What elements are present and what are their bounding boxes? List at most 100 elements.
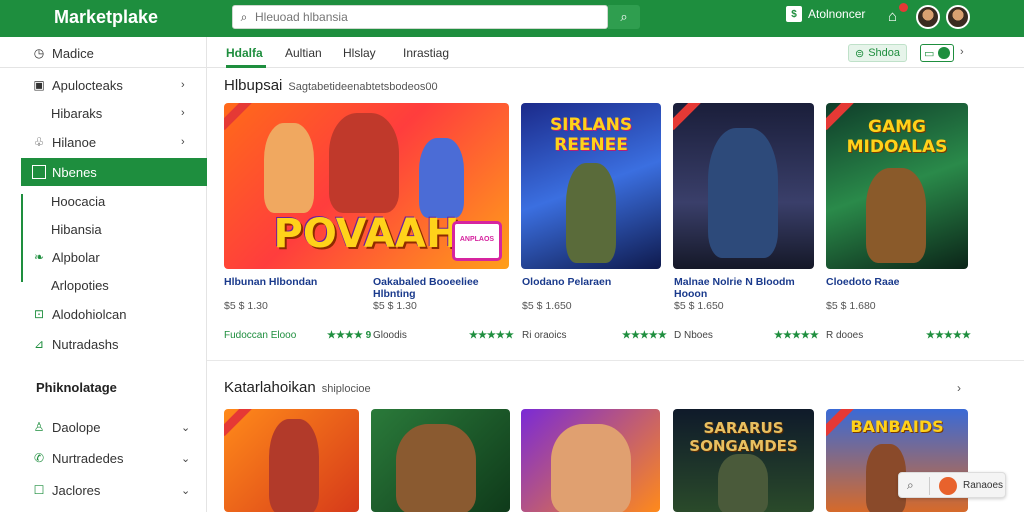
section-subtitle: shiplocioe xyxy=(321,383,371,395)
puzzle-icon: ♧ xyxy=(33,135,45,149)
filter-pill[interactable]: ⊜ Shdoa xyxy=(848,44,908,62)
game-logo-art: GAMG MIDOALAS xyxy=(846,117,948,157)
section-divider xyxy=(207,360,1024,361)
sidebar-item-arlopoties[interactable]: Arlopoties xyxy=(0,271,207,299)
character-figure xyxy=(708,128,778,258)
chevron-right-icon: › xyxy=(181,136,185,148)
tab-inrastiag[interactable]: Inrastiag xyxy=(403,46,449,60)
game-card-image[interactable]: SIRLANS REENEE xyxy=(521,103,661,269)
search-input[interactable] xyxy=(255,10,595,24)
sidebar-item-label: Alpbolar xyxy=(52,249,100,265)
game-card-image[interactable] xyxy=(224,409,359,512)
search-field-icon: ⌕ xyxy=(240,9,248,24)
sidebar-item-madice[interactable]: ◷ Madice xyxy=(0,39,207,67)
sidebar-item-label: Hilanoe xyxy=(52,134,97,150)
sidebar-item-label: Nurtradedes xyxy=(52,450,124,466)
notification-badge xyxy=(899,3,908,12)
clock-icon: ◷ xyxy=(33,46,45,60)
tab-aultian[interactable]: Aultian xyxy=(285,46,322,60)
game-card-meta: Fudoccan Elooo xyxy=(224,330,297,341)
section-title-text: Katarlahoikan xyxy=(224,379,316,396)
sidebar-item-label: Alodohiolcan xyxy=(52,306,127,322)
sidebar-item-label: Hibaraks xyxy=(51,105,103,121)
floating-toolbar[interactable]: ⌕ Ranaoes xyxy=(898,472,1006,498)
sidebar-heading: Phiknolatage xyxy=(36,380,117,395)
ribbon-badge xyxy=(224,103,252,131)
game-card-image[interactable]: POVAAH ANPLAOS xyxy=(224,103,509,269)
leaf-icon: ❧ xyxy=(33,250,45,264)
section-title: Hlbupsai Sagtabetideenabtetsbodeos00 xyxy=(224,77,438,94)
sidebar-item-daolope[interactable]: ♙ Daolope ⌄ xyxy=(0,413,207,441)
sidebar: ◷ Madice ▣ Apulocteaks › Hibaraks › ♧ Hi… xyxy=(0,37,207,512)
avatar[interactable] xyxy=(916,5,940,29)
sidebar-item-nurtradedes[interactable]: ✆ Nurtradedes ⌄ xyxy=(0,444,207,472)
game-card-price: $5 $ 1.30 xyxy=(224,300,268,312)
game-card-image[interactable]: SARARUS SONGAMDES xyxy=(673,409,814,512)
search-icon[interactable]: ⌕ xyxy=(907,478,914,493)
sidebar-item-label: Hoocacia xyxy=(51,193,106,209)
sidebar-item-jaclores[interactable]: ☐ Jaclores ⌄ xyxy=(0,476,207,504)
tab-hdalfa[interactable]: Hdalfa xyxy=(226,46,263,60)
sidebar-item-hilanoe[interactable]: ♧ Hilanoe › xyxy=(0,128,207,156)
sidebar-item-alpbolar[interactable]: ❧ Alpbolar xyxy=(0,243,207,271)
game-card-title[interactable]: Malnae Nolrie N Bloodm Hooon xyxy=(674,276,814,300)
account-menu[interactable]: $ Atolnoncer xyxy=(786,6,865,22)
game-card-meta: R dooes xyxy=(826,330,864,341)
character-figure xyxy=(718,454,768,512)
sidebar-item-label: Daolope xyxy=(52,419,101,435)
chevron-right-icon[interactable]: › xyxy=(960,46,964,58)
chevron-right-icon[interactable]: › xyxy=(957,381,961,395)
tab-bar: Hdalfa Aultian Hlslay Inrastiag ⊜ Shdoa … xyxy=(207,37,1024,68)
toggle-switch[interactable]: ▭ xyxy=(920,44,954,62)
game-card-title[interactable]: Oakabaled Booeeliee Hlbnting xyxy=(373,276,513,300)
game-card-rating: ★★★★★ xyxy=(622,330,667,341)
chevron-down-icon: ⌄ xyxy=(181,484,191,497)
app-logo[interactable]: Marketplake xyxy=(54,7,158,28)
sidebar-item-label: Nbenes xyxy=(52,164,97,180)
sidebar-item-label: Apulocteaks xyxy=(52,77,123,93)
game-logo-art: SIRLANS REENEE xyxy=(549,115,633,155)
chevron-down-icon: ⌄ xyxy=(181,452,191,465)
sidebar-item-label: Arlopoties xyxy=(51,277,109,293)
tab-hlslay[interactable]: Hlslay xyxy=(343,46,376,60)
game-card-title[interactable]: Olodano Pelaraen xyxy=(522,276,611,288)
game-card-meta: Gloodis xyxy=(373,330,407,341)
floating-toolbar-label: Ranaoes xyxy=(963,480,1004,491)
sidebar-item-alodohiolcan[interactable]: ⊡ Alodohiolcan xyxy=(0,300,207,328)
ribbon-badge xyxy=(224,409,252,437)
sidebar-item-nbenes[interactable]: Nbenes xyxy=(21,158,207,186)
avatar-secondary[interactable] xyxy=(946,5,970,29)
game-card-title[interactable]: Hlbunan Hlbondan xyxy=(224,276,317,288)
search-button[interactable]: ⌕ xyxy=(608,5,640,29)
game-card-image[interactable] xyxy=(673,103,814,269)
search-icon: ⌕ xyxy=(620,9,628,24)
sidebar-item-nutradashs[interactable]: ⊿ Nutradashs xyxy=(0,330,207,358)
chart-icon: ⊿ xyxy=(33,337,45,351)
game-card-price: $5 $ 1.650 xyxy=(522,300,572,312)
game-card-image[interactable] xyxy=(371,409,510,512)
sidebar-item-hibansia[interactable]: Hibansia xyxy=(0,215,207,243)
app-badge-icon xyxy=(939,477,957,495)
game-logo-art: SARARUS SONGAMDES xyxy=(689,419,798,455)
game-card-rating: ★★★★ 9 xyxy=(327,330,372,341)
divider xyxy=(0,67,207,68)
game-card-image[interactable]: GAMG MIDOALAS xyxy=(826,103,968,269)
sidebar-item-hibaraks[interactable]: Hibaraks › xyxy=(0,99,207,127)
section-subtitle: Sagtabetideenabtetsbodeos00 xyxy=(288,81,438,93)
character-figure xyxy=(866,168,926,263)
chevron-down-icon: ⌄ xyxy=(181,421,191,434)
sidebar-item-apulocteaks[interactable]: ▣ Apulocteaks › xyxy=(0,71,207,99)
game-card-image[interactable] xyxy=(521,409,660,512)
toggle-knob xyxy=(938,47,950,59)
sidebar-item-hoocacia[interactable]: Hoocacia xyxy=(0,187,207,215)
game-card-rating: ★★★★★ xyxy=(469,330,514,341)
divider xyxy=(929,477,930,495)
game-card-title[interactable]: Cloedoto Raae xyxy=(826,276,900,288)
home-icon[interactable]: ⌂ xyxy=(888,8,897,25)
dollar-icon: $ xyxy=(786,6,802,22)
bag-icon: ▣ xyxy=(33,78,45,92)
square-icon: ☐ xyxy=(33,483,45,497)
search-box[interactable]: ⌕ xyxy=(232,5,608,29)
sidebar-item-label: Madice xyxy=(52,45,94,61)
game-card-price: $5 $ 1.650 xyxy=(674,300,724,312)
